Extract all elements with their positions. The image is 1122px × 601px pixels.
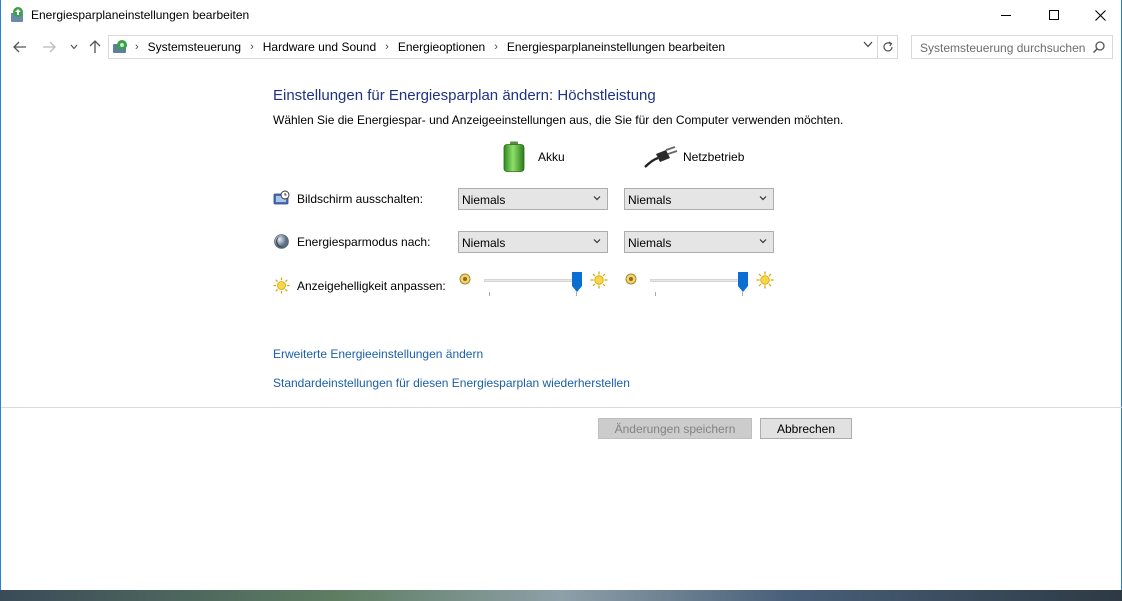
- recent-locations-button[interactable]: [64, 36, 84, 58]
- chevron-right-icon[interactable]: ›: [494, 41, 498, 53]
- breadcrumb-item-systemsteuerung[interactable]: Systemsteuerung: [148, 40, 241, 54]
- sleep-moon-icon: [274, 234, 289, 249]
- arrow-right-icon: [43, 41, 56, 53]
- search-placeholder: Systemsteuerung durchsuchen: [920, 41, 1086, 55]
- search-icon: [1092, 41, 1105, 54]
- forward-button[interactable]: [39, 36, 59, 58]
- chevron-down-icon: [759, 196, 767, 201]
- close-button[interactable]: [1077, 0, 1122, 30]
- chevron-down-icon: [863, 41, 873, 48]
- cancel-button[interactable]: Abbrechen: [760, 418, 852, 439]
- chevron-down-icon: [70, 44, 78, 50]
- brightness-battery-slider[interactable]: [458, 271, 618, 296]
- column-label-battery: Akku: [538, 150, 565, 164]
- slider-track[interactable]: [650, 279, 746, 282]
- divider: [1, 407, 1122, 408]
- back-button[interactable]: [10, 36, 30, 58]
- setting-label-brightness: Anzeigehelligkeit anpassen:: [297, 279, 446, 293]
- breadcrumb-item-hardware-und-sound[interactable]: Hardware und Sound: [263, 40, 376, 54]
- brightness-high-icon: [756, 271, 774, 289]
- address-history-dropdown[interactable]: [863, 40, 873, 50]
- slider-thumb[interactable]: [738, 272, 749, 292]
- window-title: Energiesparplaneinstellungen bearbeiten: [31, 8, 250, 22]
- slider-thumb[interactable]: [572, 272, 583, 292]
- restore-defaults-link[interactable]: Standardeinstellungen für diesen Energie…: [273, 376, 630, 390]
- sleep-battery-select[interactable]: Niemals: [458, 231, 608, 253]
- slider-tick: [489, 292, 490, 296]
- search-input[interactable]: Systemsteuerung durchsuchen: [911, 35, 1113, 59]
- display-off-battery-value: Niemals: [462, 193, 506, 207]
- minimize-icon: [1001, 14, 1011, 16]
- brightness-plugged-slider[interactable]: [624, 271, 784, 296]
- power-plug-icon: [644, 146, 678, 168]
- up-button[interactable]: [85, 36, 105, 58]
- slider-tick: [576, 292, 577, 296]
- arrow-up-icon: [89, 40, 101, 53]
- close-icon: [1094, 9, 1106, 21]
- slider-tick: [655, 292, 656, 296]
- brightness-high-icon: [590, 271, 608, 289]
- title-bar: Energiesparplaneinstellungen bearbeiten: [1, 0, 1121, 30]
- display-off-plugged-select[interactable]: Niemals: [624, 188, 774, 210]
- address-bar[interactable]: › Systemsteuerung › Hardware und Sound ›…: [108, 35, 878, 59]
- battery-icon: [503, 141, 525, 172]
- display-timer-icon: [273, 190, 290, 205]
- page-description: Wählen Sie die Energiespar- und Anzeigee…: [273, 113, 844, 127]
- breadcrumb: › Systemsteuerung › Hardware und Sound ›…: [133, 40, 725, 54]
- breadcrumb-item-current[interactable]: Energiesparplaneinstellungen bearbeiten: [507, 40, 725, 54]
- chevron-right-icon[interactable]: ›: [385, 41, 389, 53]
- column-label-plugged: Netzbetrieb: [683, 150, 745, 164]
- control-panel-icon: [113, 40, 127, 53]
- refresh-icon: [882, 41, 893, 52]
- minimize-button[interactable]: [983, 0, 1029, 30]
- maximize-button[interactable]: [1031, 0, 1077, 30]
- setting-label-sleep: Energiesparmodus nach:: [297, 235, 431, 249]
- sun-icon: [273, 277, 290, 294]
- page-title: Einstellungen für Energiesparplan ändern…: [273, 87, 656, 104]
- refresh-button[interactable]: [878, 35, 898, 59]
- chevron-right-icon: ›: [135, 41, 139, 53]
- power-options-icon: [11, 7, 23, 22]
- maximize-icon: [1049, 10, 1059, 20]
- save-changes-button[interactable]: Änderungen speichern: [598, 418, 752, 439]
- chevron-right-icon[interactable]: ›: [250, 41, 254, 53]
- arrow-left-icon: [13, 41, 26, 53]
- sleep-battery-value: Niemals: [462, 236, 506, 250]
- window: Energiesparplaneinstellungen bearbeiten: [0, 0, 1122, 590]
- sleep-plugged-value: Niemals: [628, 236, 672, 250]
- chevron-down-icon: [593, 239, 601, 244]
- brightness-low-icon: [459, 273, 471, 285]
- sleep-plugged-select[interactable]: Niemals: [624, 231, 774, 253]
- desktop-background-strip: [0, 590, 1122, 601]
- breadcrumb-item-energieoptionen[interactable]: Energieoptionen: [398, 40, 485, 54]
- slider-tick: [742, 292, 743, 296]
- setting-label-display-off: Bildschirm ausschalten:: [297, 192, 424, 206]
- display-off-plugged-value: Niemals: [628, 193, 672, 207]
- brightness-low-icon: [625, 273, 637, 285]
- chevron-down-icon: [759, 239, 767, 244]
- display-off-battery-select[interactable]: Niemals: [458, 188, 608, 210]
- advanced-settings-link[interactable]: Erweiterte Energieeinstellungen ändern: [273, 347, 483, 361]
- slider-track[interactable]: [484, 279, 580, 282]
- chevron-down-icon: [593, 196, 601, 201]
